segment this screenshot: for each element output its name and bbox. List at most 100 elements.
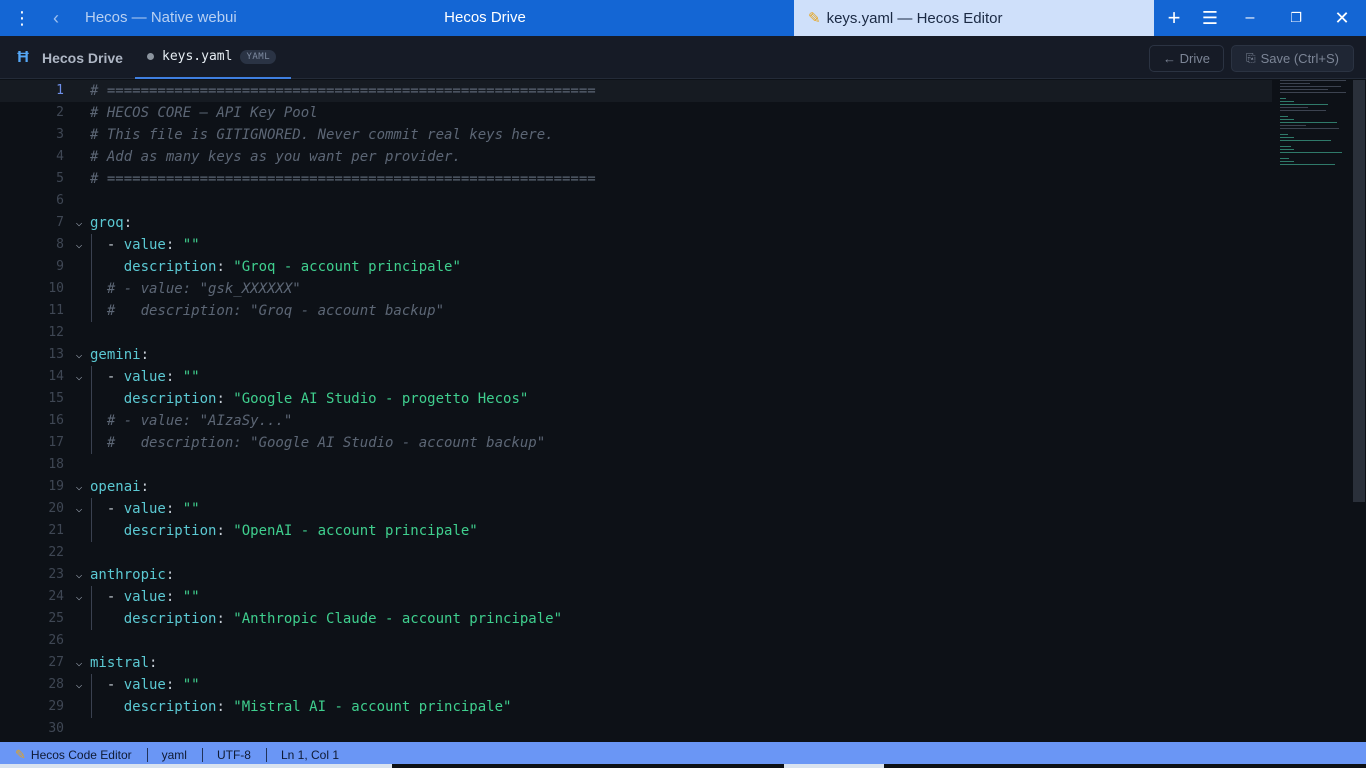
code-token: "" — [182, 589, 200, 605]
minimize-icon[interactable]: – — [1232, 0, 1268, 36]
code-line[interactable]: 3 # This file is GITIGNORED. Never commit… — [0, 124, 1272, 146]
line-number: 1 — [56, 83, 64, 98]
code-line[interactable]: 28 ⌵ - value: "" — [0, 674, 1272, 696]
code-line[interactable]: 5 # =====================================… — [0, 168, 1272, 190]
fold-chevron-icon[interactable]: ⌵ — [72, 498, 86, 520]
line-number: 12 — [48, 325, 64, 340]
file-tab-keys-yaml[interactable]: keys.yaml YAML — [135, 36, 291, 79]
fold-chevron-icon[interactable]: ⌵ — [72, 476, 86, 498]
minimap-line — [1280, 140, 1331, 141]
tab-hecos-editor[interactable]: ✎ keys.yaml — Hecos Editor — [794, 0, 1154, 36]
code-token: # - value: "gsk_XXXXXX" — [90, 281, 301, 297]
line-number: 16 — [48, 413, 64, 428]
code-line[interactable]: 13 ⌵ gemini: — [0, 344, 1272, 366]
fold-chevron-icon[interactable]: ⌵ — [72, 674, 86, 696]
kebab-menu-icon[interactable]: ⋮ — [0, 0, 44, 36]
code-text: - value: "" — [90, 366, 200, 388]
code-line[interactable]: 18 — [0, 454, 1272, 476]
pencil-icon: ✎ — [15, 747, 26, 762]
code-token: openai — [90, 479, 141, 495]
code-line[interactable]: 24 ⌵ - value: "" — [0, 586, 1272, 608]
code-line[interactable]: 26 — [0, 630, 1272, 652]
fold-chevron-icon[interactable]: ⌵ — [72, 212, 86, 234]
code-line[interactable]: 12 — [0, 322, 1272, 344]
code-line[interactable]: 10 # - value: "gsk_XXXXXX" — [0, 278, 1272, 300]
code-line[interactable]: 1 # =====================================… — [0, 80, 1272, 102]
code-editor[interactable]: 1 # =====================================… — [0, 80, 1366, 742]
code-token: # ======================================… — [90, 83, 596, 99]
minimap-line — [1280, 101, 1294, 102]
code-line[interactable]: 2 # HECOS CORE — API Key Pool — [0, 102, 1272, 124]
code-token: : — [165, 237, 183, 253]
code-line[interactable]: 17 # description: "Google AI Studio - ac… — [0, 432, 1272, 454]
code-token: : — [216, 699, 234, 715]
fold-chevron-icon[interactable]: ⌵ — [72, 344, 86, 366]
code-token: description — [90, 259, 217, 275]
code-line[interactable]: 25 description: "Anthropic Claude - acco… — [0, 608, 1272, 630]
hecos-logo-icon: Ħ — [17, 48, 29, 66]
fold-chevron-icon[interactable]: ⌵ — [72, 586, 86, 608]
restore-icon[interactable]: ❐ — [1278, 0, 1314, 36]
fold-chevron-icon[interactable]: ⌵ — [72, 564, 86, 586]
editor-toolbar: Ħ Hecos Drive keys.yaml YAML ← Drive ⎘ S… — [0, 36, 1366, 79]
fold-chevron-icon[interactable]: ⌵ — [72, 652, 86, 674]
minimap[interactable] — [1278, 80, 1348, 180]
code-token: mistral — [90, 655, 150, 671]
code-line[interactable]: 27 ⌵ mistral: — [0, 652, 1272, 674]
code-token: description — [90, 523, 217, 539]
close-icon[interactable]: ✕ — [1324, 0, 1360, 36]
code-line[interactable]: 15 description: "Google AI Studio - prog… — [0, 388, 1272, 410]
code-line[interactable]: 19 ⌵ openai: — [0, 476, 1272, 498]
vertical-scrollbar-thumb[interactable] — [1353, 80, 1365, 502]
code-line[interactable]: 29 description: "Mistral AI - account pr… — [0, 696, 1272, 718]
file-tab-label: keys.yaml — [162, 49, 233, 64]
tab-hecos-drive[interactable]: Hecos Drive — [400, 0, 570, 36]
line-number: 29 — [48, 699, 64, 714]
code-line[interactable]: 21 description: "OpenAI - account princi… — [0, 520, 1272, 542]
code-line[interactable]: 23 ⌵ anthropic: — [0, 564, 1272, 586]
code-token: description — [90, 391, 217, 407]
code-line[interactable]: 20 ⌵ - value: "" — [0, 498, 1272, 520]
code-token: "Groq - account principale" — [233, 259, 461, 275]
code-line[interactable]: 9 description: "Groq - account principal… — [0, 256, 1272, 278]
code-text: description: "OpenAI - account principal… — [90, 520, 478, 542]
code-line[interactable]: 30 — [0, 718, 1272, 740]
code-line[interactable]: 22 — [0, 542, 1272, 564]
minimap-line — [1280, 149, 1294, 150]
fold-chevron-icon[interactable]: ⌵ — [72, 366, 86, 388]
code-line[interactable]: 16 # - value: "AIzaSy..." — [0, 410, 1272, 432]
fold-chevron-icon[interactable]: ⌵ — [72, 234, 86, 256]
code-line[interactable]: 7 ⌵ groq: — [0, 212, 1272, 234]
code-token: : — [123, 215, 133, 231]
brand[interactable]: Ħ Hecos Drive — [14, 36, 123, 79]
code-text: groq: — [90, 212, 132, 234]
line-number: 27 — [48, 655, 64, 670]
line-number: 10 — [48, 281, 64, 296]
code-line[interactable]: 6 — [0, 190, 1272, 212]
line-number: 13 — [48, 347, 64, 362]
taskbar-strip — [0, 764, 1366, 768]
code-line[interactable]: 11 # description: "Groq - account backup… — [0, 300, 1272, 322]
line-number: 22 — [48, 545, 64, 560]
line-number: 11 — [48, 303, 64, 318]
code-token: "Anthropic Claude - account principale" — [233, 611, 563, 627]
hamburger-menu-icon[interactable]: ☰ — [1192, 0, 1228, 36]
status-app-label: Hecos Code Editor — [30, 748, 132, 762]
code-token: "" — [182, 237, 200, 253]
code-line[interactable]: 14 ⌵ - value: "" — [0, 366, 1272, 388]
code-token: # description: "Groq - account backup" — [90, 303, 445, 319]
save-button[interactable]: ⎘ Save (Ctrl+S) — [1231, 45, 1354, 72]
minimap-line — [1280, 80, 1346, 81]
code-token: : — [216, 611, 234, 627]
drive-button[interactable]: ← Drive — [1149, 45, 1224, 72]
code-token: : — [165, 589, 183, 605]
code-token: : — [165, 567, 175, 583]
code-line[interactable]: 4 # Add as many keys as you want per prov… — [0, 146, 1272, 168]
line-number: 9 — [56, 259, 64, 274]
tab-native-webui[interactable]: Hecos — Native webui — [85, 0, 237, 36]
code-text: description: "Anthropic Claude - account… — [90, 608, 562, 630]
new-tab-plus-icon[interactable]: + — [1156, 0, 1192, 36]
back-arrow-icon[interactable]: ‹ — [44, 0, 68, 36]
minimap-line — [1280, 98, 1286, 99]
code-line[interactable]: 8 ⌵ - value: "" — [0, 234, 1272, 256]
